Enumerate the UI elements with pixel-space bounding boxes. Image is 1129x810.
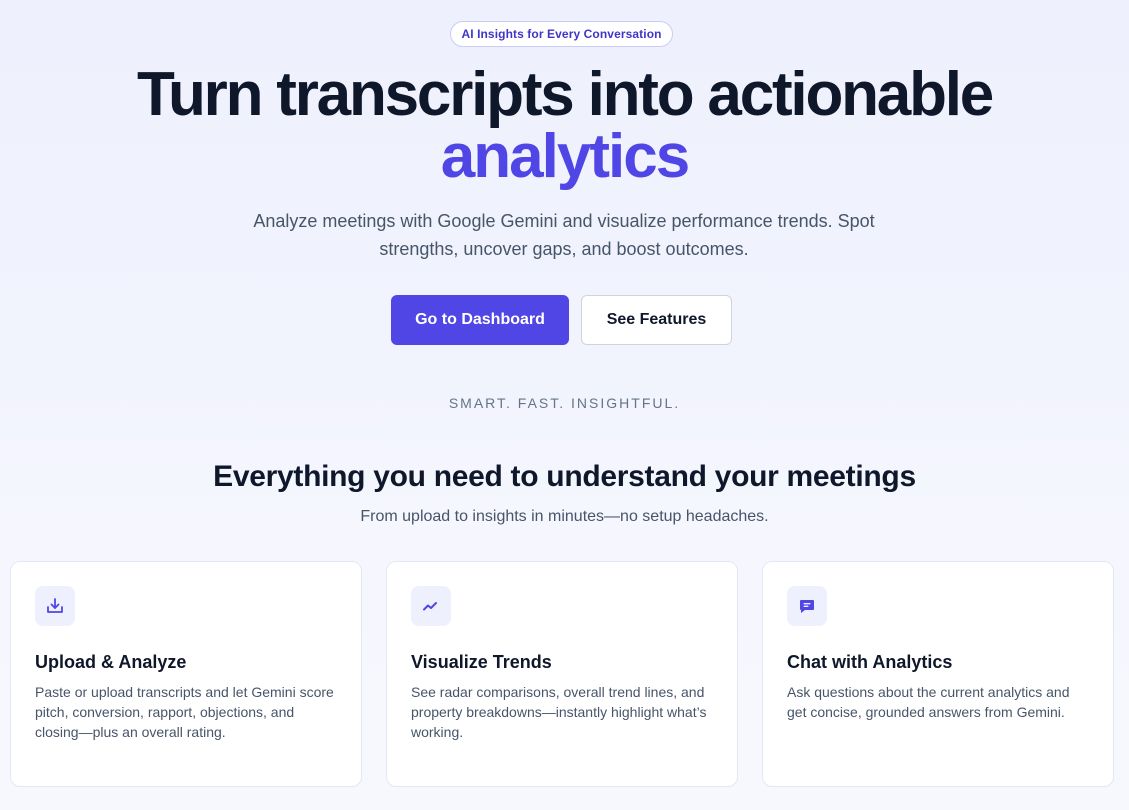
feature-card-trends: Visualize Trends See radar comparisons, …	[386, 561, 738, 787]
chat-icon	[787, 586, 827, 626]
feature-card-title: Upload & Analyze	[35, 652, 187, 672]
see-features-button[interactable]: See Features	[581, 295, 732, 345]
feature-card-text: Paste or upload transcripts and let Gemi…	[35, 684, 334, 740]
feature-card-upload: Upload & Analyze Paste or upload transcr…	[10, 561, 362, 787]
feature-card-text: See radar comparisons, overall trend lin…	[411, 684, 707, 740]
download-icon	[35, 586, 75, 626]
tagline: SMART. FAST. INSIGHTFUL.	[448, 395, 681, 411]
feature-card-title: Chat with Analytics	[787, 652, 953, 672]
feature-card-text: Ask questions about the current analytic…	[787, 684, 1070, 720]
hero-subtitle: Analyze meetings with Google Gemini and …	[253, 211, 875, 259]
feature-card-chat: Chat with Analytics Ask questions about …	[762, 561, 1114, 787]
trend-icon	[411, 586, 451, 626]
hero-title-accent: analytics	[440, 122, 690, 191]
features-title: Everything you need to understand your m…	[213, 460, 916, 493]
feature-card-title: Visualize Trends	[411, 652, 552, 672]
features-subtitle: From upload to insights in minutes—no se…	[360, 508, 769, 525]
hero-title: Turn transcripts into actionable	[136, 60, 994, 129]
hero-badge: AI Insights for Every Conversation	[450, 21, 673, 47]
go-to-dashboard-button[interactable]: Go to Dashboard	[391, 295, 569, 345]
